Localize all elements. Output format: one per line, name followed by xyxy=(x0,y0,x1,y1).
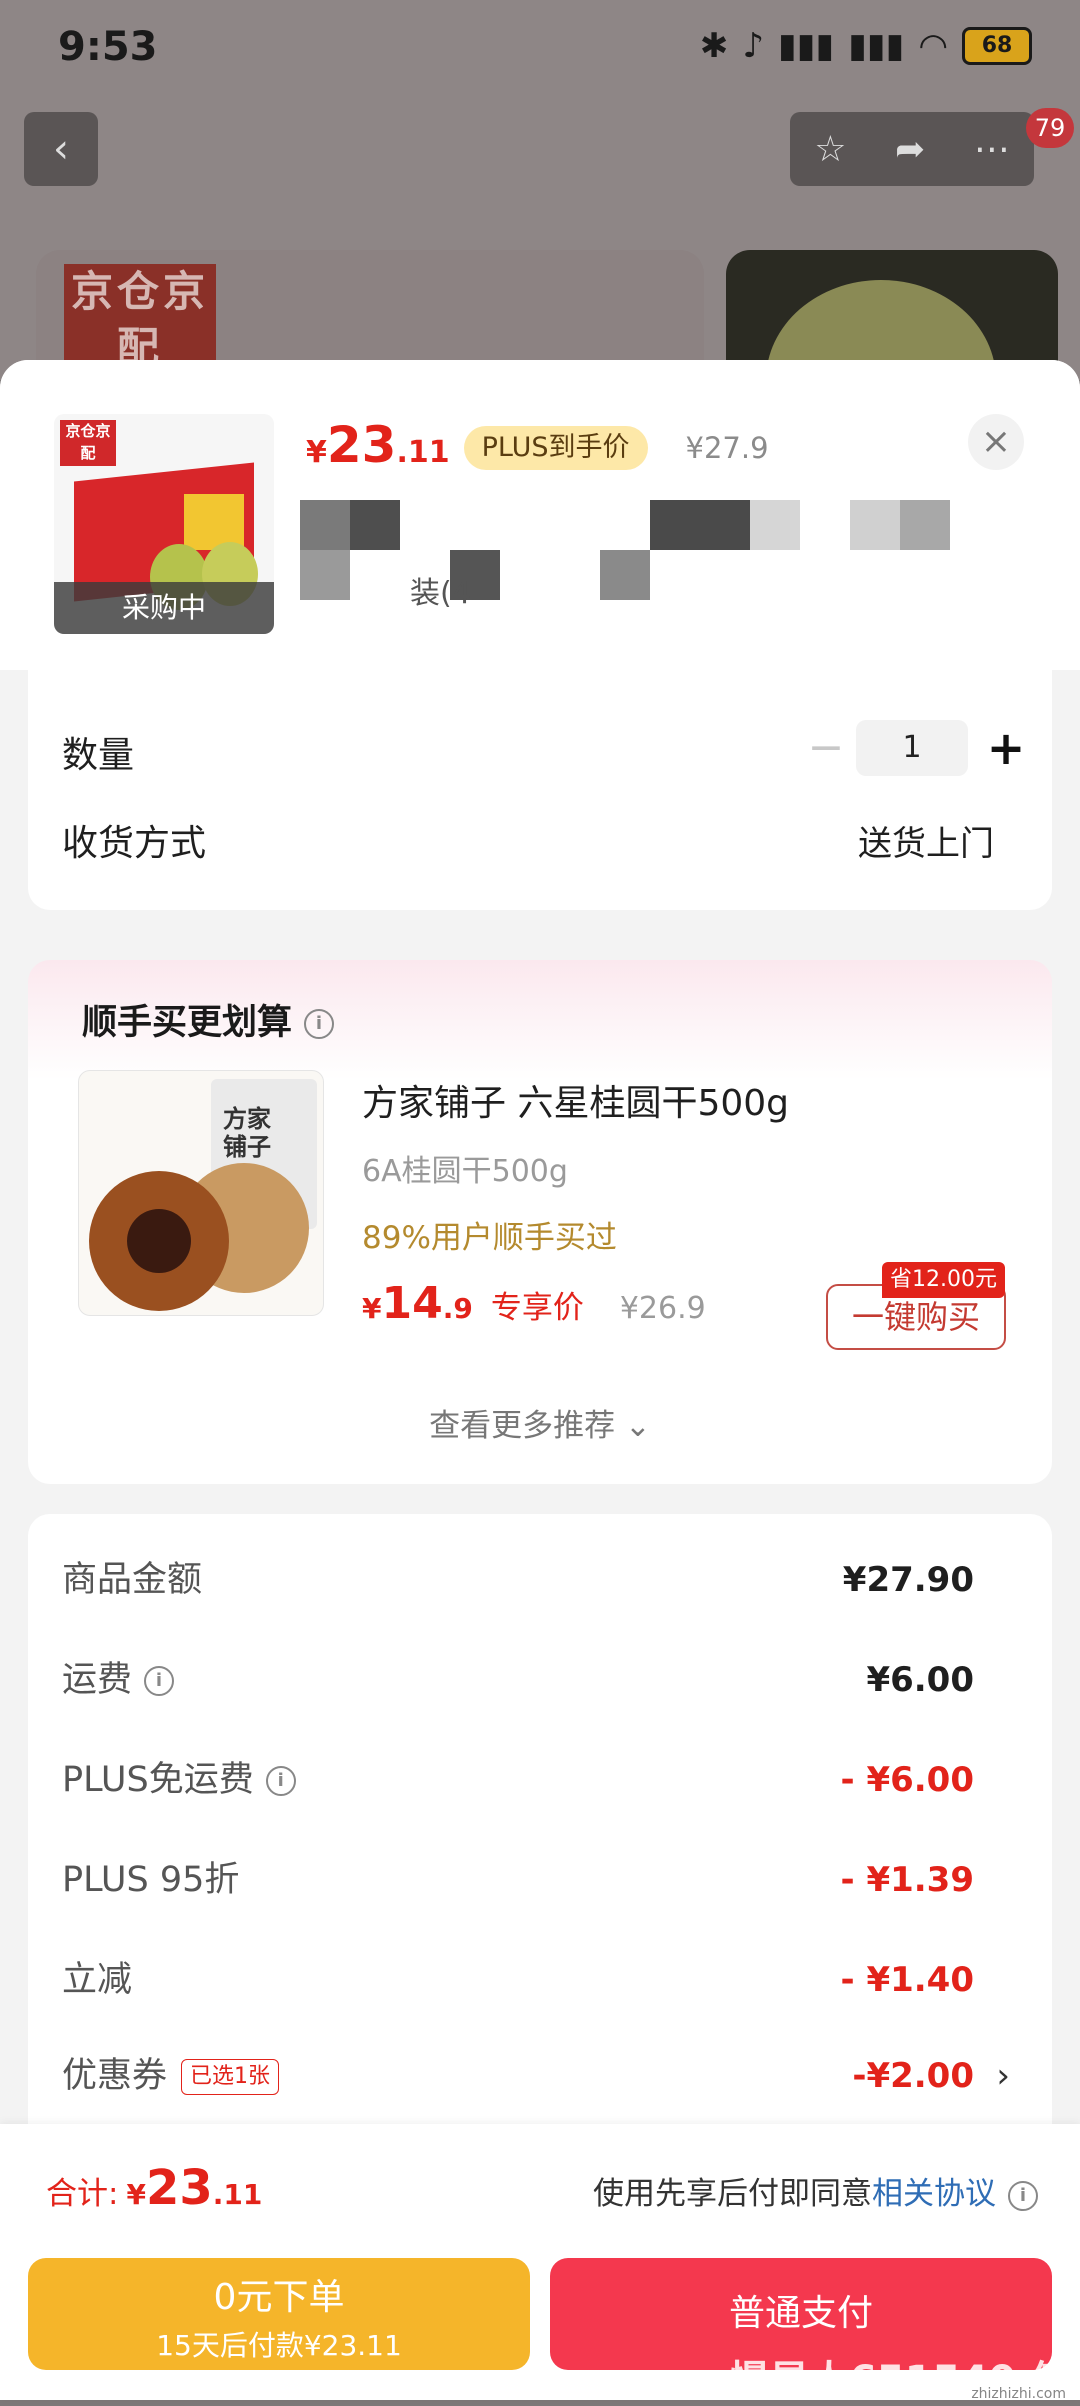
order-total: 合计: ¥23.11 xyxy=(46,2160,262,2216)
savings-badge: 省12.00元 xyxy=(882,1262,1005,1298)
recommended-original-price: ¥26.9 xyxy=(619,1291,706,1326)
coupon-selected-tag: 已选1张 xyxy=(181,2059,280,2095)
quantity-delivery-card: 数量 − 1 + 收货方式 送货上门 xyxy=(28,670,1052,910)
close-icon: × xyxy=(980,421,1012,462)
redacted-spec xyxy=(750,500,800,550)
close-button[interactable]: × xyxy=(968,414,1024,470)
recommended-product-image[interactable]: 方家 铺子 xyxy=(78,1070,324,1316)
quantity-plus-button[interactable]: + xyxy=(976,718,1036,778)
recommended-price: ¥14.9 xyxy=(362,1278,473,1329)
wifi-icon: ◠ xyxy=(918,26,948,66)
signal-icon-2: ▮▮▮ xyxy=(848,26,905,66)
summary-row-coupon[interactable]: 优惠券 已选1张 -¥2.00 › xyxy=(28,2046,1052,2106)
share-icon[interactable]: ➦ xyxy=(895,129,925,170)
total-label: 合计: xyxy=(46,2176,119,2212)
exclusive-price-tag: 专享价 xyxy=(490,1290,584,1326)
quantity-label: 数量 xyxy=(62,735,135,776)
product-price: ¥23.11 xyxy=(306,416,450,474)
package-brand-text: 方家 铺子 xyxy=(223,1105,271,1161)
quantity-input[interactable]: 1 xyxy=(856,720,968,776)
quantity-minus-button[interactable]: − xyxy=(798,720,854,776)
plus-price-tag: PLUS到手价 xyxy=(463,426,648,470)
redacted-spec xyxy=(900,500,950,550)
redacted-spec xyxy=(300,550,350,600)
status-bar: 9:53 ✱ ♪ ▮▮▮ ▮▮▮ ◠ 68 xyxy=(0,0,1080,100)
delivery-method[interactable]: 送货上门 xyxy=(858,816,994,865)
purchasing-status: 采购中 xyxy=(54,582,274,634)
recommended-price-row: ¥14.9 专享价 ¥26.9 xyxy=(362,1278,706,1329)
status-time: 9:53 xyxy=(58,24,158,70)
summary-row-plus-free-shipping: PLUS免运费 i - ¥6.00 xyxy=(62,1760,974,1800)
info-icon[interactable]: i xyxy=(1008,2180,1038,2211)
status-icons: ✱ ♪ ▮▮▮ ▮▮▮ ◠ 68 xyxy=(700,26,1032,66)
summary-row-instant-discount: 立减 - ¥1.40 xyxy=(62,1960,974,2000)
redacted-spec xyxy=(650,500,750,550)
recommended-product-spec: 6A桂圆干500g xyxy=(362,1154,568,1189)
more-recommendations-link[interactable]: 查看更多推荐 ⌄ xyxy=(28,1400,1052,1445)
thumb-logo: 京仓京配 xyxy=(60,420,116,466)
recommendation-title: 顺手买更划算 i xyxy=(82,994,335,1045)
info-icon[interactable]: i xyxy=(144,1666,175,1696)
top-bar: ‹ ☆ ➦ ⋯ xyxy=(0,100,1080,200)
back-button[interactable]: ‹ xyxy=(24,112,98,186)
info-icon[interactable]: i xyxy=(265,1766,296,1796)
redacted-spec xyxy=(600,550,650,600)
agreement-link[interactable]: 相关协议 xyxy=(872,2176,996,2212)
chevron-left-icon: ‹ xyxy=(53,126,69,172)
purchase-sheet: 京仓京配 采购中 ¥23.11 PLUS到手价 ¥27.9 × 装(4 数量 −… xyxy=(0,360,1080,2400)
product-spec-partial: 装(4 xyxy=(410,576,471,611)
info-icon[interactable]: i xyxy=(304,1009,335,1039)
bluetooth-icon: ✱ xyxy=(699,26,729,66)
signal-icon: ▮▮▮ xyxy=(778,26,835,66)
pay-later-button[interactable]: 0元下单 15天后付款¥23.11 xyxy=(28,2258,530,2370)
product-thumbnail[interactable]: 京仓京配 采购中 xyxy=(54,414,274,634)
summary-row-plus-discount: PLUS 95折 - ¥1.39 xyxy=(62,1860,974,1900)
redacted-spec xyxy=(350,500,400,550)
favorite-star-icon[interactable]: ☆ xyxy=(814,129,846,170)
original-price: ¥27.9 xyxy=(685,431,769,465)
total-price: ¥23.11 xyxy=(126,2160,263,2216)
summary-row-shipping: 运费 i ¥6.00 xyxy=(62,1660,974,1700)
message-badge: 79 xyxy=(1026,108,1074,148)
recommended-buy-stat: 89%用户顺手买过 xyxy=(362,1220,617,1256)
mute-icon: ♪ xyxy=(742,26,765,66)
price-row: ¥23.11 PLUS到手价 ¥27.9 xyxy=(306,416,769,486)
battery-icon: 68 xyxy=(962,27,1032,65)
top-actions: ☆ ➦ ⋯ xyxy=(790,112,1034,186)
more-icon[interactable]: ⋯ xyxy=(974,129,1010,170)
chevron-right-icon: › xyxy=(996,2056,1010,2096)
longan-seed-image xyxy=(127,1209,191,1273)
summary-row-goods: 商品金额 ¥27.90 xyxy=(62,1560,974,1600)
sheet-header: 京仓京配 采购中 ¥23.11 PLUS到手价 ¥27.9 × 装(4 xyxy=(0,360,1080,670)
recommended-product-name[interactable]: 方家铺子 六星桂圆干500g xyxy=(362,1074,789,1126)
agreement-text: 使用先享后付即同意相关协议 i xyxy=(593,2168,1038,2213)
redacted-spec xyxy=(850,500,900,550)
delivery-label: 收货方式 xyxy=(62,823,207,864)
recommendation-card: 顺手买更划算 i 方家 铺子 方家铺子 六星桂圆干500g 6A桂圆干500g 8… xyxy=(28,960,1052,1484)
